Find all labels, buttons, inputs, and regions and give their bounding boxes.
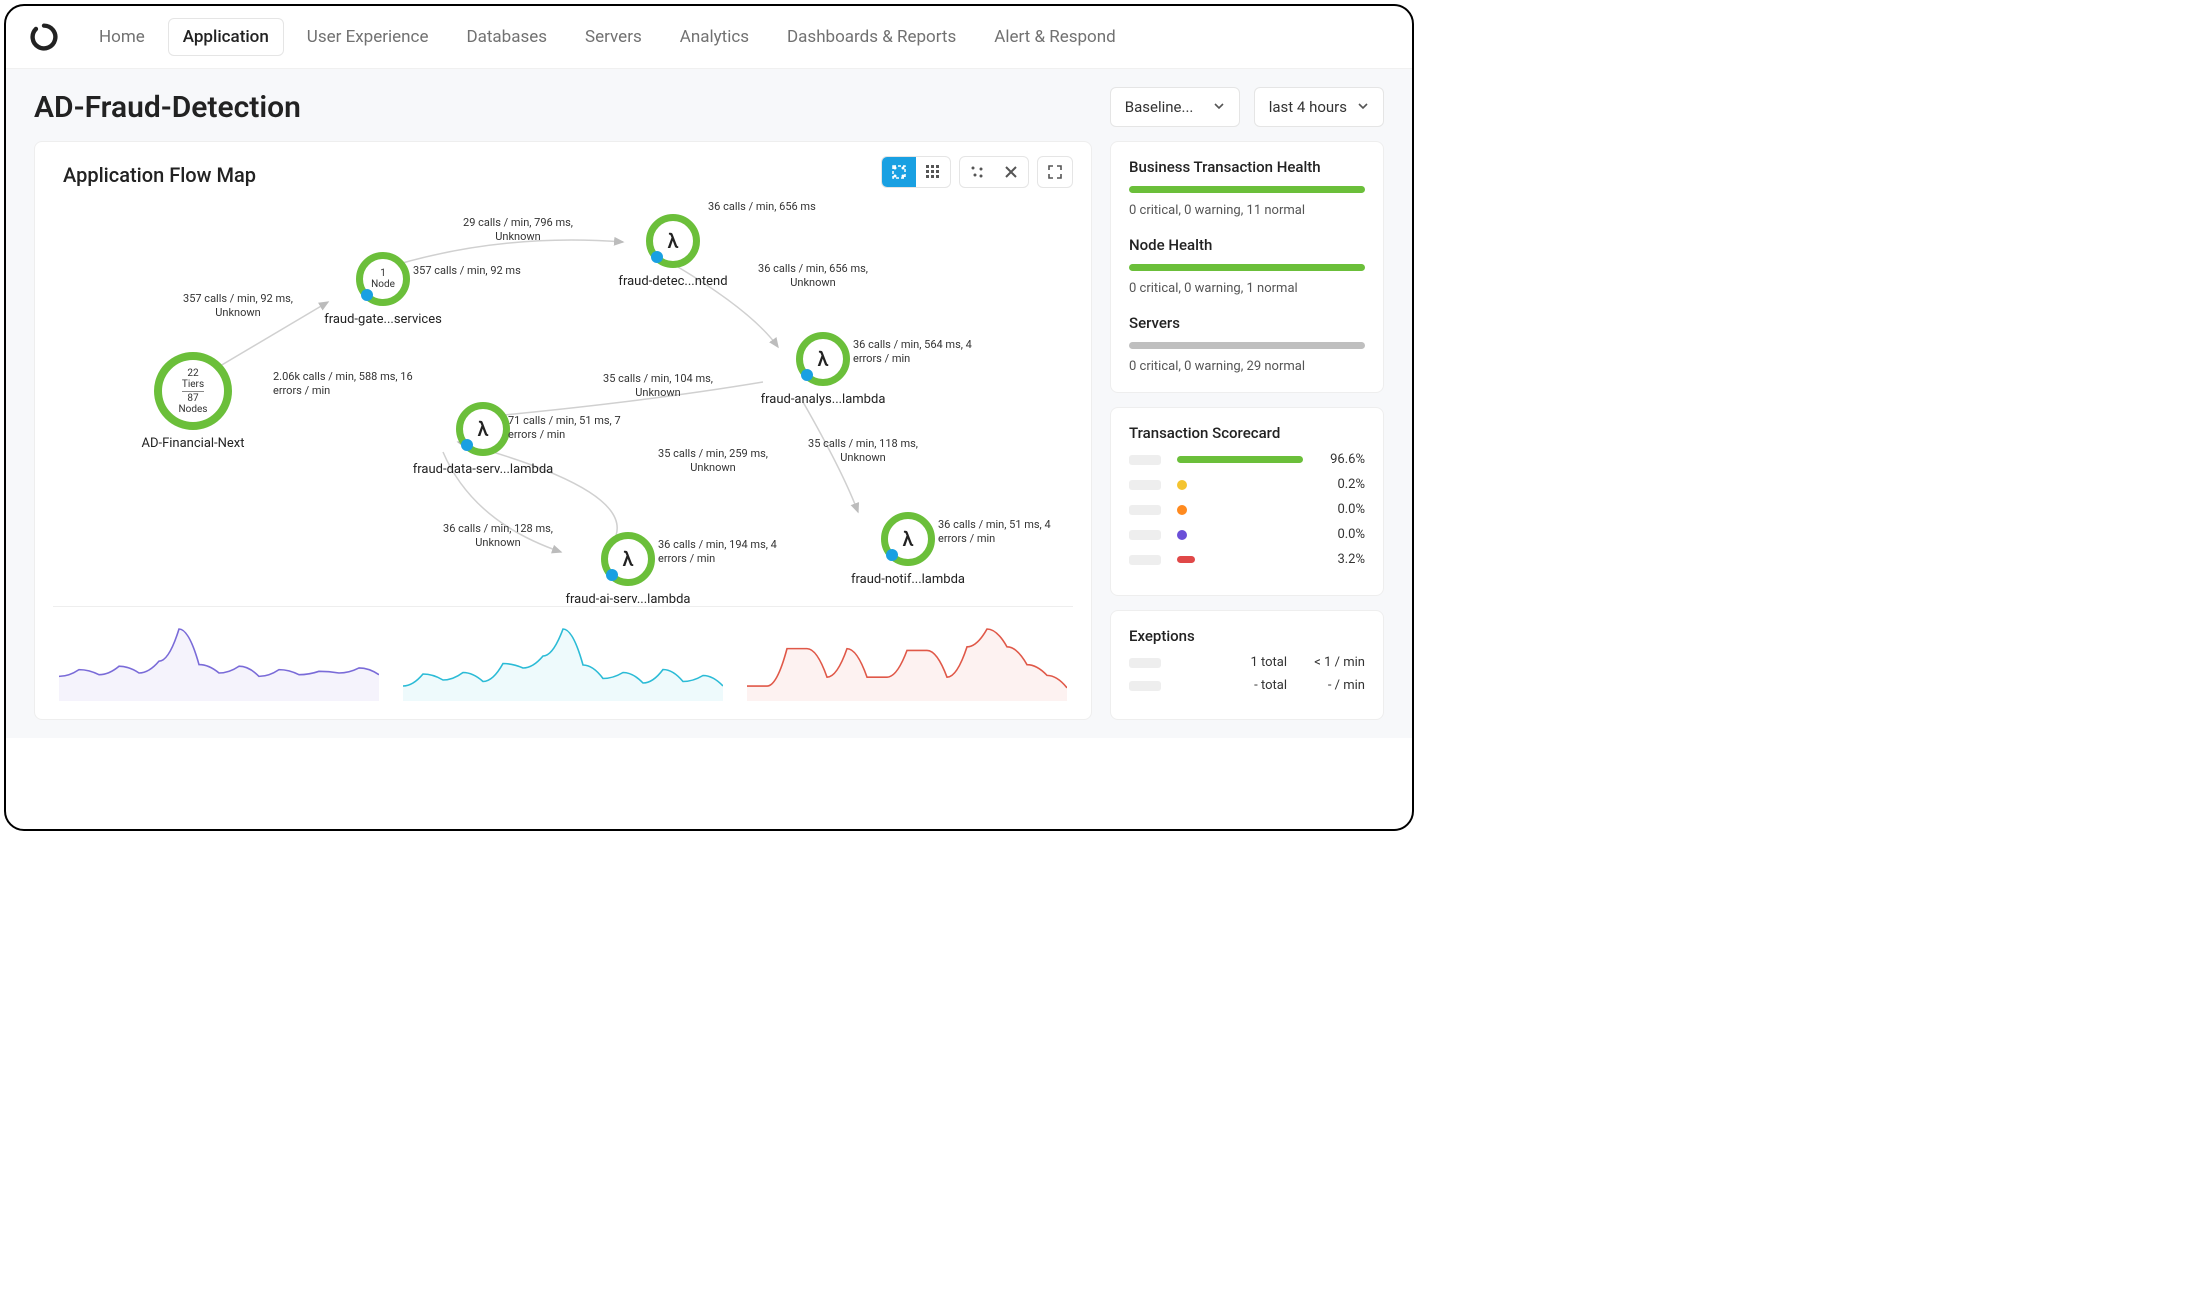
node-metrics: 357 calls / min, 92 ms [413,264,523,278]
edge-label: 35 calls / min, 104 ms, Unknown [583,372,733,400]
node-health-bar [1129,264,1365,271]
chevron-down-icon [1357,98,1369,116]
fullscreen-button[interactable] [1038,157,1072,187]
edge-label: 357 calls / min, 92 ms, Unknown [173,292,303,320]
scorecard-row: 0.2% [1129,477,1365,492]
sparklines-row [53,606,1073,709]
nav-analytics[interactable]: Analytics [665,18,764,56]
node-label: fraud-analys...lambda [733,392,913,407]
view-topology-button[interactable] [882,157,916,187]
sparkline-purple [59,617,379,701]
node-label: fraud-gate...services [303,312,463,327]
health-card: Business Transaction Health 0 critical, … [1110,141,1384,393]
node-fraud-gateway[interactable]: 1Node fraud-gate...services 357 calls / … [303,252,463,327]
node-health-title: Node Health [1129,236,1365,254]
scorecard-title: Transaction Scorecard [1129,424,1365,442]
flowmap-title: Application Flow Map [53,157,256,187]
edge-label: 35 calls / min, 118 ms, Unknown [788,437,938,465]
timerange-dropdown[interactable]: last 4 hours [1254,87,1384,127]
baseline-dropdown[interactable]: Baseline... [1110,87,1240,127]
view-grid-button[interactable] [916,157,950,187]
node-metrics: 2.06k calls / min, 588 ms, 16 errors / m… [273,370,423,398]
edge-label: 36 calls / min, 656 ms, Unknown [738,262,888,290]
node-label: fraud-ai-serv...lambda [543,592,713,607]
node-label: fraud-notif...lambda [823,572,993,587]
node-fraud-detect[interactable]: λ fraud-detec...ntend 36 calls / min, 65… [593,214,753,289]
node-health-text: 0 critical, 0 warning, 1 normal [1129,281,1365,296]
edge-label: 36 calls / min, 128 ms, Unknown [423,522,573,550]
bt-health-title: Business Transaction Health [1129,158,1365,176]
node-metrics: 36 calls / min, 194 ms, 4 errors / min [658,538,788,566]
baseline-dropdown-label: Baseline... [1125,98,1194,116]
node-metrics: 36 calls / min, 564 ms, 4 errors / min [853,338,983,366]
node-fraud-data[interactable]: λ fraud-data-serv...lambda 71 calls / mi… [393,402,573,477]
servers-title: Servers [1129,314,1365,332]
nav-application[interactable]: Application [168,18,284,56]
node-label: AD-Financial-Next [113,436,273,451]
nav-servers[interactable]: Servers [570,18,657,56]
sparkline-cyan [403,617,723,701]
scorecard-row: 3.2% [1129,552,1365,567]
scorecard-row: 96.6% [1129,452,1365,467]
scorecard-row: 0.0% [1129,527,1365,542]
bt-health-text: 0 critical, 0 warning, 11 normal [1129,203,1365,218]
timerange-dropdown-label: last 4 hours [1269,98,1347,116]
arrange-scatter-button[interactable] [960,157,994,187]
node-ad-financial[interactable]: 22Tiers87Nodes AD-Financial-Next 2.06k c… [113,352,273,451]
arrange-close-button[interactable] [994,157,1028,187]
nav-user-experience[interactable]: User Experience [292,18,444,56]
node-metrics: 71 calls / min, 51 ms, 7 errors / min [508,414,628,442]
node-metrics: 36 calls / min, 656 ms [708,200,818,214]
node-label: fraud-data-serv...lambda [393,462,573,477]
edge-label: 35 calls / min, 259 ms, Unknown [638,447,788,475]
servers-bar [1129,342,1365,349]
edge-label: 29 calls / min, 796 ms, Unknown [443,216,593,244]
scorecard-card: Transaction Scorecard 96.6% 0.2% 0.0% 0.0% 3… [1110,407,1384,596]
bt-health-bar [1129,186,1365,193]
exceptions-card: Exeptions 1 total< 1 / min - total- / min [1110,610,1384,720]
flowmap-card: Application Flow Map [34,141,1092,720]
node-fraud-notif[interactable]: λ fraud-notif...lambda 36 calls / min, 5… [823,512,993,587]
appd-logo-icon [30,23,58,51]
sparkline-red [747,617,1067,701]
exception-row: 1 total< 1 / min [1129,655,1365,670]
page-title: AD-Fraud-Detection [34,90,301,125]
flowmap-canvas[interactable]: 22Tiers87Nodes AD-Financial-Next 2.06k c… [53,192,1073,600]
nav-alert-respond[interactable]: Alert & Respond [979,18,1130,56]
top-nav: Home Application User Experience Databas… [6,6,1412,69]
scorecard-row: 0.0% [1129,502,1365,517]
exceptions-title: Exeptions [1129,627,1365,645]
nav-dashboards[interactable]: Dashboards & Reports [772,18,971,56]
servers-text: 0 critical, 0 warning, 29 normal [1129,359,1365,374]
nav-databases[interactable]: Databases [451,18,562,56]
node-label: fraud-detec...ntend [593,274,753,289]
chevron-down-icon [1213,98,1225,116]
exception-row: - total- / min [1129,678,1365,693]
node-fraud-analysis[interactable]: λ fraud-analys...lambda 36 calls / min, … [733,332,913,407]
nav-home[interactable]: Home [84,18,160,56]
node-metrics: 36 calls / min, 51 ms, 4 errors / min [938,518,1068,546]
